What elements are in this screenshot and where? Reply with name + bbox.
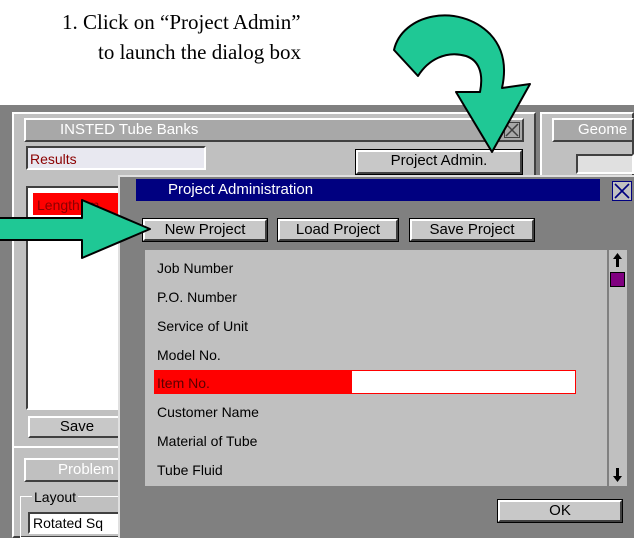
scroll-up-button[interactable] (609, 251, 626, 269)
curved-arrow-icon (393, 14, 531, 153)
field-material-of-tube: Material of Tube (157, 433, 258, 449)
scroll-down-button[interactable] (609, 466, 626, 484)
field-job-number: Job Number (157, 260, 234, 276)
item-no-input[interactable] (351, 370, 576, 394)
instruction-line-1: 1. Click on “Project Admin” (62, 10, 301, 34)
instruction-line-2: to launch the dialog box (98, 40, 301, 64)
scroll-thumb[interactable] (610, 272, 625, 287)
save-project-button[interactable]: Save Project (409, 218, 535, 242)
problem-title: Problem (58, 461, 114, 478)
field-customer-name: Customer Name (157, 404, 259, 420)
geometry-title: Geome (578, 121, 628, 138)
layout-label: Layout (32, 489, 79, 505)
field-tube-fluid: Tube Fluid (157, 462, 223, 478)
arrow-up-icon (613, 253, 622, 267)
fields-list (145, 250, 607, 486)
load-project-button[interactable]: Load Project (277, 218, 399, 242)
main-window-title: INSTED Tube Banks (60, 121, 199, 138)
geometry-field[interactable] (576, 154, 634, 174)
arrow-down-icon (613, 468, 622, 482)
field-service-of-unit: Service of Unit (157, 318, 249, 334)
dialog-close-button[interactable] (612, 181, 632, 201)
straight-arrow-icon (0, 199, 151, 259)
layout-value: Rotated Sq (33, 515, 104, 531)
field-item-no: Item No. (157, 375, 210, 391)
save-button[interactable]: Save (28, 416, 126, 438)
field-po-number: P.O. Number (157, 289, 237, 305)
field-model-no: Model No. (157, 347, 221, 363)
dialog-title: Project Administration (168, 181, 314, 198)
ok-button[interactable]: OK (497, 499, 623, 523)
new-project-button[interactable]: New Project (142, 218, 268, 242)
close-icon (614, 183, 630, 199)
results-label: Results (30, 151, 77, 167)
